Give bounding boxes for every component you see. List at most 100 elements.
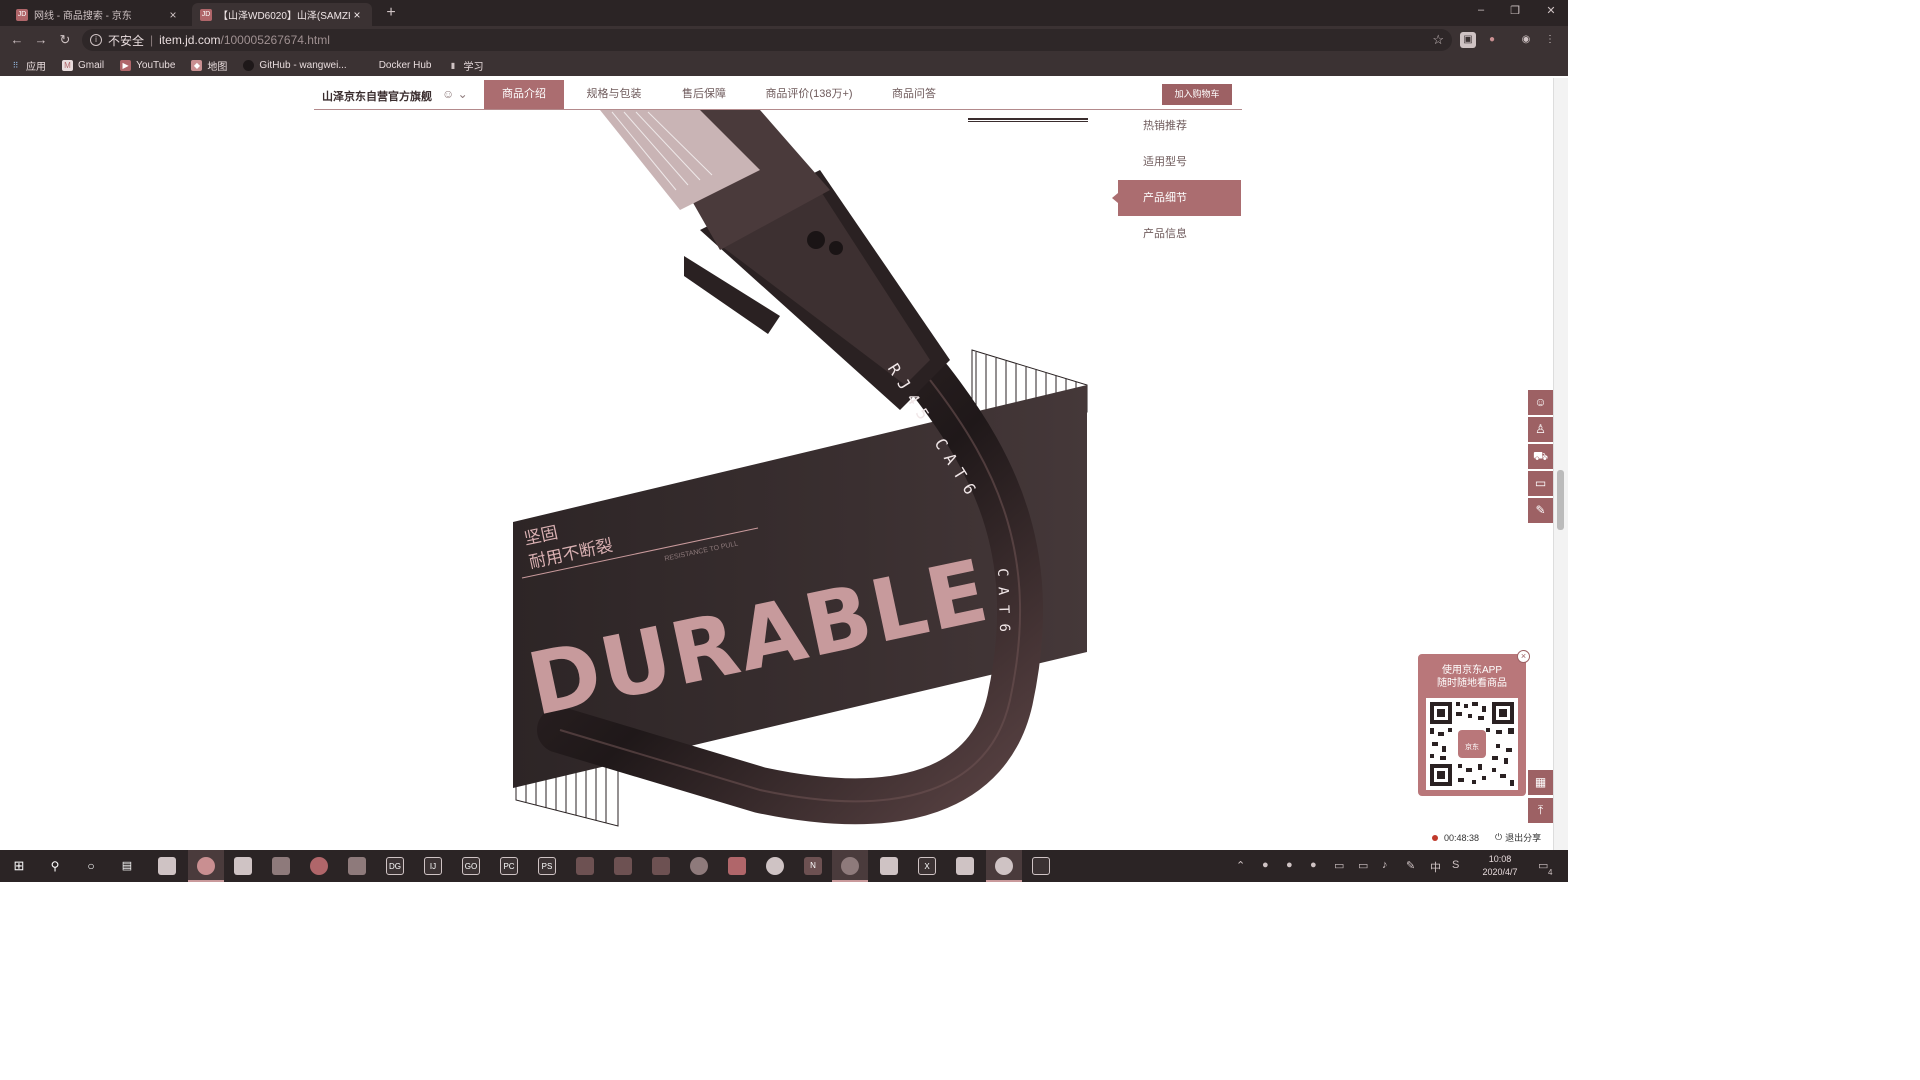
- back-to-top-icon[interactable]: ⤒: [1528, 798, 1553, 823]
- reload-icon[interactable]: ↻: [56, 31, 74, 49]
- bookmark-github[interactable]: GitHub - wangwei...: [243, 59, 347, 71]
- user-icon[interactable]: ♙: [1528, 417, 1553, 442]
- excel-icon[interactable]: X: [918, 857, 936, 875]
- vscode-icon[interactable]: [576, 857, 594, 875]
- add-to-cart-button[interactable]: 加入购物车: [1162, 84, 1232, 105]
- cart-icon[interactable]: ⛟: [1528, 444, 1553, 469]
- close-tab-icon[interactable]: ×: [350, 8, 364, 22]
- jd-favicon-icon: JD: [200, 8, 212, 21]
- profile-avatar-icon[interactable]: ◉: [1518, 32, 1534, 48]
- system-clock[interactable]: 10:08 2020/4/7: [1476, 853, 1524, 879]
- network-icon[interactable]: ▭: [1358, 859, 1368, 872]
- bookmark-label: 应用: [26, 61, 46, 73]
- microphone-icon[interactable]: ●: [1310, 859, 1317, 871]
- tab-qa[interactable]: 商品问答: [874, 80, 954, 109]
- minimize-icon[interactable]: –: [1474, 4, 1488, 16]
- battery-icon[interactable]: ▭: [1334, 859, 1344, 872]
- bookmark-youtube[interactable]: ▶ YouTube: [120, 59, 176, 71]
- tab-reviews[interactable]: 商品评价(138万+): [754, 80, 864, 109]
- scrollbar-track[interactable]: [1553, 78, 1568, 850]
- app-icon[interactable]: [728, 857, 746, 875]
- app-icon[interactable]: [614, 857, 632, 875]
- file-explorer-icon[interactable]: [158, 857, 176, 875]
- tab-product-intro[interactable]: 商品介绍: [484, 80, 564, 109]
- datagrip-icon[interactable]: DG: [386, 857, 404, 875]
- app-icon[interactable]: [690, 857, 708, 875]
- app-icon[interactable]: [766, 857, 784, 875]
- window-close-icon[interactable]: ✕: [1544, 4, 1558, 17]
- windows-start-icon[interactable]: ⊞: [10, 857, 28, 875]
- app-promo-card[interactable]: 使用京东APP 随时随地看商品 京东: [1418, 654, 1526, 796]
- bookmarks-bar: ⠿ 应用 M Gmail ▶ YouTube ◆ 地图 GitHub - wan…: [0, 54, 1568, 76]
- intellij-icon[interactable]: IJ: [424, 857, 442, 875]
- volume-icon[interactable]: ♪: [1382, 859, 1388, 871]
- forward-icon[interactable]: →: [32, 31, 50, 49]
- menu-kebab-icon[interactable]: ⋮: [1542, 32, 1558, 48]
- app-icon[interactable]: [995, 857, 1013, 875]
- message-icon[interactable]: ▭: [1528, 471, 1553, 496]
- side-item-info[interactable]: 产品信息: [1118, 216, 1241, 252]
- store-icon[interactable]: [234, 857, 252, 875]
- pen-icon[interactable]: ✎: [1406, 859, 1415, 872]
- browser-tab-strip: JD 网线 - 商品搜索 - 京东 × JD 【山泽WD6020】山泽(SAMZ…: [0, 0, 1568, 26]
- notification-icon[interactable]: ▭: [1538, 859, 1548, 872]
- new-tab-button[interactable]: +: [382, 3, 400, 23]
- search-icon[interactable]: ⚲: [46, 857, 64, 875]
- bookmark-maps[interactable]: ◆ 地图: [191, 58, 227, 73]
- info-icon[interactable]: i: [90, 34, 102, 46]
- feedback-icon[interactable]: ✎: [1528, 498, 1553, 523]
- bookmark-apps[interactable]: ⠿ 应用: [10, 58, 46, 73]
- extension-icon[interactable]: ▣: [1460, 32, 1476, 48]
- tab-after-sales[interactable]: 售后保障: [664, 80, 744, 109]
- firefox-icon[interactable]: [310, 857, 328, 875]
- app-icon[interactable]: [880, 857, 898, 875]
- mail-icon[interactable]: [272, 857, 290, 875]
- bookmark-folder[interactable]: ▮ 学习: [448, 58, 484, 73]
- side-item-models[interactable]: 适用型号: [1118, 144, 1241, 180]
- side-item-details[interactable]: 产品细节: [1112, 180, 1241, 216]
- stop-sharing-button[interactable]: 退出分享: [1505, 831, 1541, 844]
- extension-icon[interactable]: ●: [1484, 32, 1500, 48]
- meeting-icon[interactable]: [841, 857, 859, 875]
- maximize-icon[interactable]: ❐: [1508, 4, 1522, 17]
- ime-icon[interactable]: S: [1452, 859, 1459, 871]
- cable-hero-illustration: [513, 110, 1088, 827]
- onenote-icon[interactable]: N: [804, 857, 822, 875]
- cortana-icon[interactable]: ○: [82, 857, 100, 875]
- side-item-hot[interactable]: 热销推荐: [1118, 108, 1241, 144]
- input-language[interactable]: 中: [1430, 859, 1441, 875]
- bookmark-gmail[interactable]: M Gmail: [62, 59, 104, 71]
- bookmark-label: YouTube: [136, 59, 176, 71]
- bookmark-star-icon[interactable]: ☆: [1432, 32, 1444, 48]
- pycharm-icon[interactable]: PC: [500, 857, 518, 875]
- shop-name[interactable]: 山泽京东自营官方旗舰: [322, 88, 432, 104]
- back-icon[interactable]: ←: [8, 31, 26, 49]
- tray-app-icon[interactable]: ●: [1286, 859, 1293, 871]
- tab-product-page[interactable]: JD 【山泽WD6020】山泽(SAMZHI ×: [192, 3, 372, 26]
- windows-taskbar: ⊞ ⚲ ○ ▤ DG IJ GO PC PS N X: [0, 850, 1568, 882]
- terminal-icon[interactable]: [1032, 857, 1050, 875]
- app-promo-line1: 使用京东APP: [1441, 665, 1502, 676]
- tray-chevron-icon[interactable]: ⌃: [1236, 859, 1245, 872]
- java-icon[interactable]: [348, 857, 366, 875]
- jd-favicon-icon: JD: [16, 8, 28, 21]
- qr-code-icon[interactable]: ▦: [1528, 770, 1553, 795]
- address-bar[interactable]: i 不安全 | item.jd.com /100005267674.html ☆: [82, 29, 1452, 51]
- close-promo-icon[interactable]: ×: [1517, 650, 1530, 663]
- app-icon[interactable]: [652, 857, 670, 875]
- chrome-icon[interactable]: [197, 857, 215, 875]
- tab-specs[interactable]: 规格与包装: [574, 80, 654, 109]
- tab-search-results[interactable]: JD 网线 - 商品搜索 - 京东 ×: [8, 3, 188, 26]
- goland-icon[interactable]: GO: [462, 857, 480, 875]
- phpstorm-icon[interactable]: PS: [538, 857, 556, 875]
- task-view-icon[interactable]: ▤: [118, 857, 136, 875]
- customer-service-icon[interactable]: ☺: [1528, 390, 1553, 415]
- app-icon[interactable]: [956, 857, 974, 875]
- chat-icon[interactable]: ☺ ⌄: [442, 87, 468, 101]
- scrollbar-thumb[interactable]: [1557, 470, 1564, 530]
- tray-app-icon[interactable]: ●: [1262, 859, 1269, 871]
- close-tab-icon[interactable]: ×: [166, 8, 180, 22]
- clock-date: 2020/4/7: [1482, 867, 1518, 877]
- tab-title: 【山泽WD6020】山泽(SAMZHI: [218, 11, 350, 22]
- bookmark-docker[interactable]: Docker Hub: [363, 60, 432, 71]
